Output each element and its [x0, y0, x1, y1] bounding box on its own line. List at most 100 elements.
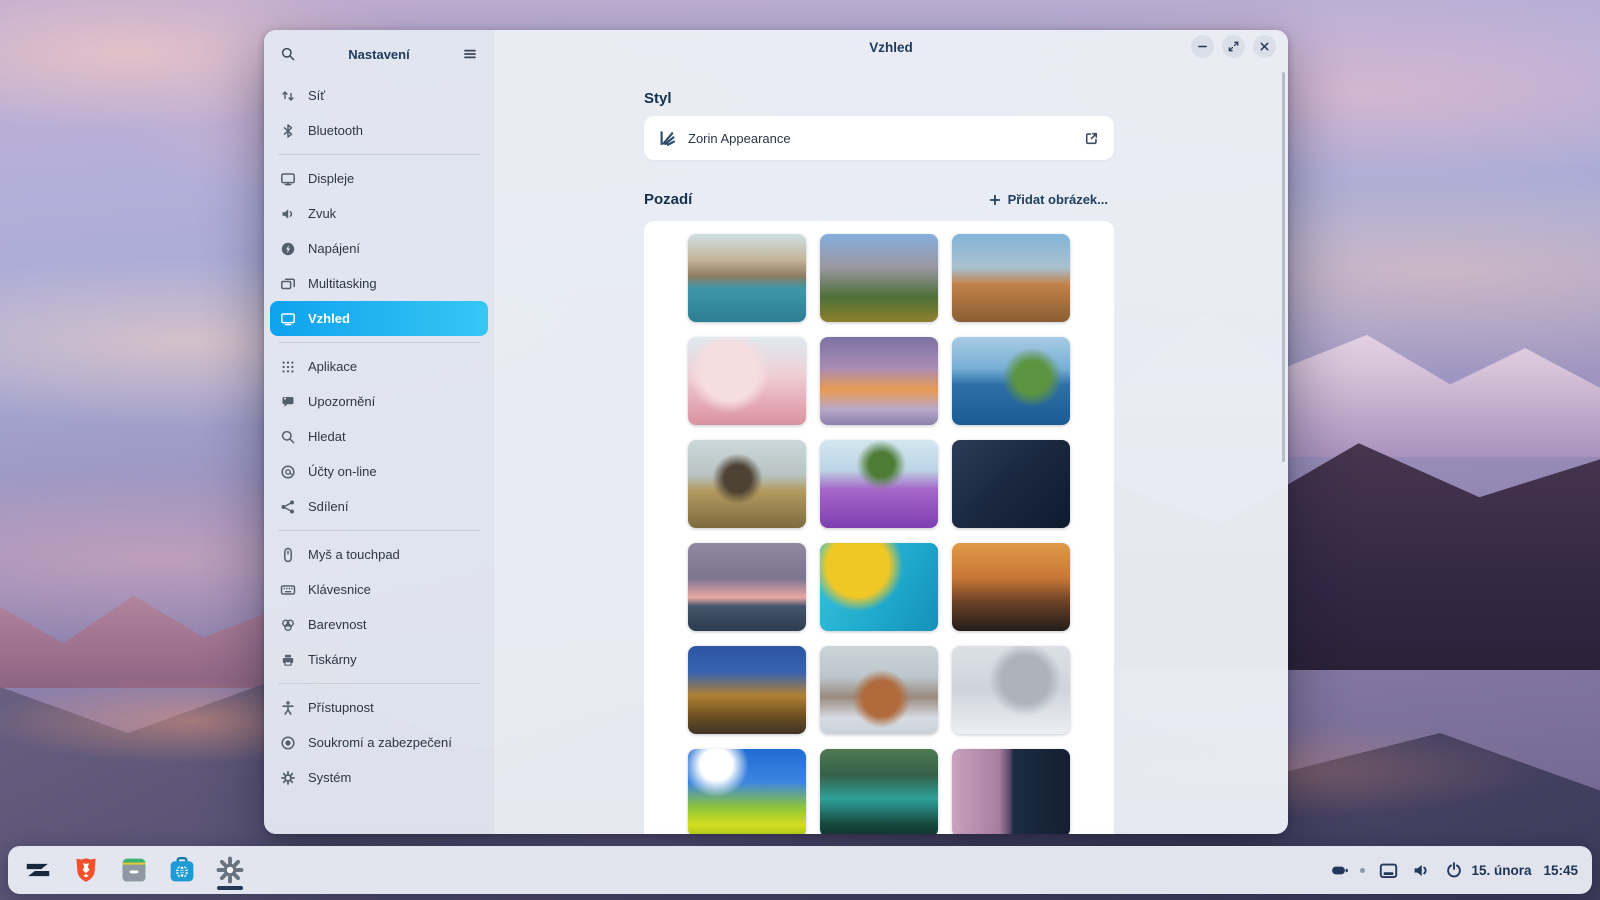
system-tray [1328, 861, 1463, 880]
sidebar-item-barevnost[interactable]: Barevnost [270, 607, 488, 642]
sidebar-item-label: Tiskárny [308, 652, 357, 667]
sidebar-item-label: Vzhled [308, 311, 350, 326]
sidebar-item-zvuk[interactable]: Zvuk [270, 196, 488, 231]
color-icon [280, 617, 296, 633]
accessibility-icon [280, 700, 296, 716]
wallpaper-thumbnail-sunset-above-clouds[interactable] [820, 337, 938, 425]
close-button[interactable] [1253, 35, 1276, 58]
external-link-icon [1083, 130, 1100, 147]
settings-icon [215, 855, 245, 885]
add-image-button[interactable]: Přidat obrázek... [982, 188, 1114, 211]
sidebar-item-my-a-touchpad[interactable]: Myš a touchpad [270, 537, 488, 572]
scrollbar[interactable] [1282, 72, 1285, 462]
appearance-icon [280, 311, 296, 327]
sidebar-divider [278, 154, 480, 155]
sidebar-item-vzhled[interactable]: Vzhled [270, 301, 488, 336]
sidebar-item-bluetooth[interactable]: Bluetooth [270, 113, 488, 148]
wallpaper-thumbnail-night-dunes[interactable] [952, 440, 1070, 528]
sidebar-item-multitasking[interactable]: Multitasking [270, 266, 488, 301]
wallpaper-thumbnail-cherry-blossom[interactable] [688, 337, 806, 425]
tray-volume[interactable] [1412, 861, 1431, 880]
wallpaper-thumbnail-desert-mesa[interactable] [952, 234, 1070, 322]
clock[interactable]: 15. února 15:45 [1471, 863, 1578, 878]
sidebar-item-sd-len-[interactable]: Sdílení [270, 489, 488, 524]
wallpaper-thumbnail-snowy-ridge-sunrise[interactable] [820, 646, 938, 734]
maximize-button[interactable] [1222, 35, 1245, 58]
sidebar-title: Nastavení [348, 46, 410, 62]
main-headerbar: Vzhled [494, 30, 1288, 64]
sidebar-item-nap-jen-[interactable]: Napájení [270, 231, 488, 266]
sidebar-item-label: Barevnost [308, 617, 367, 632]
wallpaper-thumbnail-rio-sunset[interactable] [952, 543, 1070, 631]
sidebar-item-soukrom-a-zabezpe-en-[interactable]: Soukromí a zabezpečení [270, 725, 488, 760]
wallpaper-thumbnail-coastal-cliffs-bay[interactable] [688, 234, 806, 322]
wallpaper-thumbnail-storm-clouds-sea[interactable] [688, 543, 806, 631]
wallpaper-thumbnail-alpine-meadow[interactable] [820, 234, 938, 322]
taskbar-app-settings[interactable] [214, 850, 246, 890]
sidebar-item-p-stupnost[interactable]: Přístupnost [270, 690, 488, 725]
sidebar-item-label: Klávesnice [308, 582, 371, 597]
sidebar-item-label: Systém [308, 770, 352, 785]
sidebar-item-syst-m[interactable]: Systém [270, 760, 488, 795]
plus-icon [988, 193, 1002, 207]
files-icon [120, 856, 148, 884]
wallpaper-thumbnail-mountains-day-night-split[interactable] [952, 749, 1070, 834]
taskbar-apps [22, 850, 246, 890]
wallpaper-thumbnail-tropical-lagoon[interactable] [820, 749, 938, 834]
sidebar-item-displeje[interactable]: Displeje [270, 161, 488, 196]
wallpaper-thumbnail-golden-hills-lake[interactable] [688, 646, 806, 734]
wallpaper-thumbnail-frosty-winter-trees[interactable] [952, 646, 1070, 734]
style-section-label: Styl [644, 90, 672, 107]
sidebar-divider [278, 342, 480, 343]
settings-main-panel: Vzhled Styl Zorin Appearance Pozadí Přid… [494, 30, 1288, 834]
taskbar-app-brave-browser[interactable] [70, 850, 102, 890]
mouse-icon [280, 547, 296, 563]
sidebar-item-upozorn-n-[interactable]: Upozornění [270, 384, 488, 419]
search-button[interactable] [276, 42, 300, 66]
tray-screen-keyboard[interactable] [1379, 861, 1398, 880]
printer-icon [280, 652, 296, 668]
sidebar-item-s-[interactable]: Síť [270, 78, 488, 113]
sidebar-item-label: Zvuk [308, 206, 337, 221]
keyboard-icon [280, 582, 296, 598]
window-controls [1191, 35, 1276, 58]
bluetooth-icon [280, 123, 296, 139]
taskbar-app-software-store[interactable] [166, 850, 198, 890]
taskbar-app-zorin-menu[interactable] [22, 850, 54, 890]
wallpaper-thumbnail-prairie-butte[interactable] [688, 440, 806, 528]
sidebar-item-label: Bluetooth [308, 123, 363, 138]
sidebar-item-tisk-rny[interactable]: Tiskárny [270, 642, 488, 677]
add-image-label: Přidat obrázek... [1007, 192, 1108, 207]
sidebar-item-kl-vesnice[interactable]: Klávesnice [270, 572, 488, 607]
search-icon [280, 429, 296, 445]
wallpaper-thumbnail-lavender-field[interactable] [820, 440, 938, 528]
minimize-button[interactable] [1191, 35, 1214, 58]
clock-time: 15:45 [1543, 862, 1578, 878]
active-app-indicator [217, 886, 243, 890]
wallpaper-thumbnail-island-ocean[interactable] [952, 337, 1070, 425]
settings-sidebar: Nastavení Síť Bluetooth Displeje Zvuk Napáje… [264, 30, 494, 834]
sidebar-nav: Síť Bluetooth Displeje Zvuk Napájení Multitas… [264, 74, 494, 805]
sidebar-item-hledat[interactable]: Hledat [270, 419, 488, 454]
online-accounts-icon [280, 464, 296, 480]
sidebar-item-label: Displeje [308, 171, 355, 186]
sidebar-item-label: Aplikace [308, 359, 358, 374]
sidebar-item-label: Napájení [308, 241, 361, 256]
sidebar-item-label: Myš a touchpad [308, 547, 400, 562]
sidebar-item-aplikace[interactable]: Aplikace [270, 349, 488, 384]
wallpaper-thumbnail-pool-float-ring[interactable] [820, 543, 938, 631]
tray-battery[interactable] [1328, 862, 1352, 879]
sidebar-item--ty-on-line[interactable]: Účty on-line [270, 454, 488, 489]
sidebar-header: Nastavení [264, 30, 494, 74]
wallpaper-thumbnail-flower-meadow-sky[interactable] [688, 749, 806, 834]
zorin-appearance-row[interactable]: Zorin Appearance [644, 116, 1114, 160]
taskbar-app-files[interactable] [118, 850, 150, 890]
display-icon [280, 171, 296, 187]
tray-power[interactable] [1445, 861, 1463, 879]
hamburger-menu-icon [462, 46, 478, 62]
software-store-icon [168, 856, 196, 884]
gear-icon [280, 770, 296, 786]
main-content: Styl Zorin Appearance Pozadí Přidat obrá… [494, 30, 1288, 834]
sidebar-item-label: Účty on-line [308, 464, 377, 479]
main-menu-button[interactable] [458, 42, 482, 66]
